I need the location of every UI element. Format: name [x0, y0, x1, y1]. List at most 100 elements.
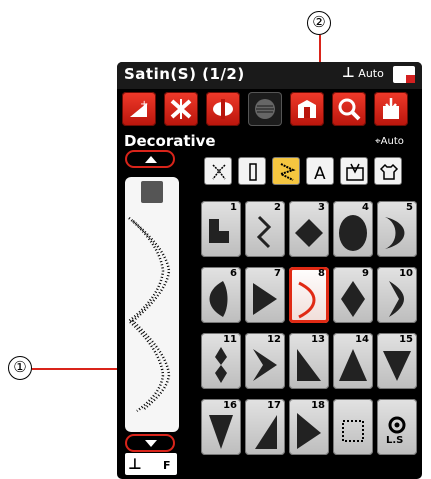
category-straight-button[interactable]: [238, 157, 266, 185]
program-button[interactable]: [290, 92, 324, 126]
locking-stitch-button[interactable]: L.S: [377, 399, 417, 455]
elongation-button[interactable]: +: [122, 92, 156, 126]
presser-foot-icon: ⊥: [128, 455, 142, 473]
pattern-7-icon: [253, 283, 277, 315]
pattern-number: 16: [223, 400, 237, 411]
pattern-button-6[interactable]: 6: [201, 267, 241, 323]
pattern-button-16[interactable]: 16: [201, 399, 241, 455]
zoom-icon: [338, 98, 361, 121]
pattern-button-10[interactable]: 10: [377, 267, 417, 323]
lcd-screen: Satin(S) (1/2) ⊥ Auto + Decorative ⌖Auto: [117, 62, 422, 479]
pattern-4-icon: [339, 215, 367, 251]
svg-text:A: A: [314, 164, 326, 182]
pattern-button-12[interactable]: 12: [245, 333, 285, 389]
pattern-number: 18: [311, 400, 325, 411]
title-bar: Satin(S) (1/2) ⊥ Auto: [117, 62, 422, 89]
pattern-frame-button[interactable]: [333, 399, 373, 455]
category-letters-button[interactable]: A: [306, 157, 334, 185]
presser-foot-button[interactable]: ⊥ F: [125, 453, 177, 475]
pattern-number: 9: [362, 268, 369, 279]
pattern-number: 13: [311, 334, 325, 345]
pattern-13-icon: [297, 349, 321, 381]
pattern-number: 7: [274, 268, 281, 279]
pattern-number: 11: [223, 334, 237, 345]
presser-foot-label: F: [163, 459, 171, 472]
pattern-2-icon: [256, 215, 272, 249]
stitch-preview-panel: ⊥ F: [121, 150, 181, 475]
pattern-button-1[interactable]: 1: [201, 201, 241, 257]
callout-1: ①: [8, 356, 32, 380]
elongation-icon: +: [130, 99, 148, 117]
quilt-category-icon: [346, 163, 364, 181]
pattern-8-icon: [298, 281, 316, 319]
pattern-number: 6: [230, 268, 237, 279]
mode-label: Decorative: [124, 132, 216, 150]
pattern-button-4[interactable]: 4: [333, 201, 373, 257]
pattern-3-icon: [295, 219, 323, 247]
apparel-category-icon: [379, 163, 399, 180]
pattern-10-icon: [389, 281, 404, 317]
chevron-up-icon: [145, 156, 157, 163]
straight-category-icon: [249, 163, 257, 181]
scroll-up-button[interactable]: [125, 150, 175, 168]
pattern-button-3[interactable]: 3: [289, 201, 329, 257]
memory-icon: [255, 99, 275, 119]
presser-foot-indicator: ⊥ Auto: [342, 65, 384, 81]
pattern-button-17[interactable]: 17: [245, 399, 285, 455]
pattern-5-icon: [385, 217, 405, 249]
memory-button[interactable]: [248, 92, 282, 126]
pattern-button-11[interactable]: 11: [201, 333, 241, 389]
pattern-button-15[interactable]: 15: [377, 333, 417, 389]
pattern-number: 3: [318, 202, 325, 213]
save-icon: [383, 98, 399, 119]
program-icon: [298, 100, 316, 118]
decorative-category-icon: [278, 163, 296, 181]
pattern-number: 5: [406, 202, 413, 213]
pattern-6-icon: [209, 281, 228, 317]
stitch-preview: [125, 177, 179, 432]
needle-position-icon: [141, 181, 163, 203]
pattern-12-icon: [253, 349, 277, 381]
pattern-number: 15: [399, 334, 413, 345]
category-quilt-button[interactable]: [340, 157, 368, 185]
auto-tension-label: Auto: [380, 136, 404, 147]
pattern-button-8[interactable]: 8: [289, 267, 329, 323]
pattern-17-icon: [255, 415, 277, 449]
scroll-down-button[interactable]: [125, 434, 175, 452]
callout-1-leader: [32, 368, 124, 370]
auto-tension-indicator: ⌖Auto: [375, 136, 404, 147]
svg-text:+: +: [140, 99, 148, 110]
save-button[interactable]: [374, 92, 408, 126]
zoom-button[interactable]: [332, 92, 366, 126]
pattern-button-2[interactable]: 2: [245, 201, 285, 257]
pattern-18-icon: [297, 413, 321, 449]
pattern-button-9[interactable]: 9: [333, 267, 373, 323]
pattern-button-5[interactable]: 5: [377, 201, 417, 257]
pattern-button-18[interactable]: 18: [289, 399, 329, 455]
pattern-number: 17: [267, 400, 281, 411]
pattern-button-7[interactable]: 7: [245, 267, 285, 323]
pattern-number: 8: [318, 268, 325, 279]
pattern-button-14[interactable]: 14: [333, 333, 373, 389]
pattern-number: 10: [399, 268, 413, 279]
bobbin-icon: [393, 66, 415, 83]
category-decorative-button[interactable]: [272, 157, 300, 185]
category-apparel-button[interactable]: [374, 157, 402, 185]
mirror-icon: [170, 99, 192, 119]
mirror-button[interactable]: [164, 92, 198, 126]
letters-category-icon: A: [314, 164, 326, 182]
pattern-15-icon: [383, 351, 411, 381]
pattern-button-13[interactable]: 13: [289, 333, 329, 389]
pattern-number: 14: [355, 334, 369, 345]
twin-needle-button[interactable]: [206, 92, 240, 126]
pattern-number: 12: [267, 334, 281, 345]
foot-mode-label: Auto: [358, 67, 384, 80]
category-satin-button[interactable]: [204, 157, 232, 185]
twin-needle-icon: [213, 99, 233, 119]
callout-2: ②: [307, 11, 331, 35]
pattern-number: 4: [362, 202, 369, 213]
pattern-number: 2: [274, 202, 281, 213]
pattern-16-icon: [209, 415, 233, 449]
pattern-number: 1: [230, 202, 237, 213]
pattern-11-icon: [215, 347, 227, 383]
